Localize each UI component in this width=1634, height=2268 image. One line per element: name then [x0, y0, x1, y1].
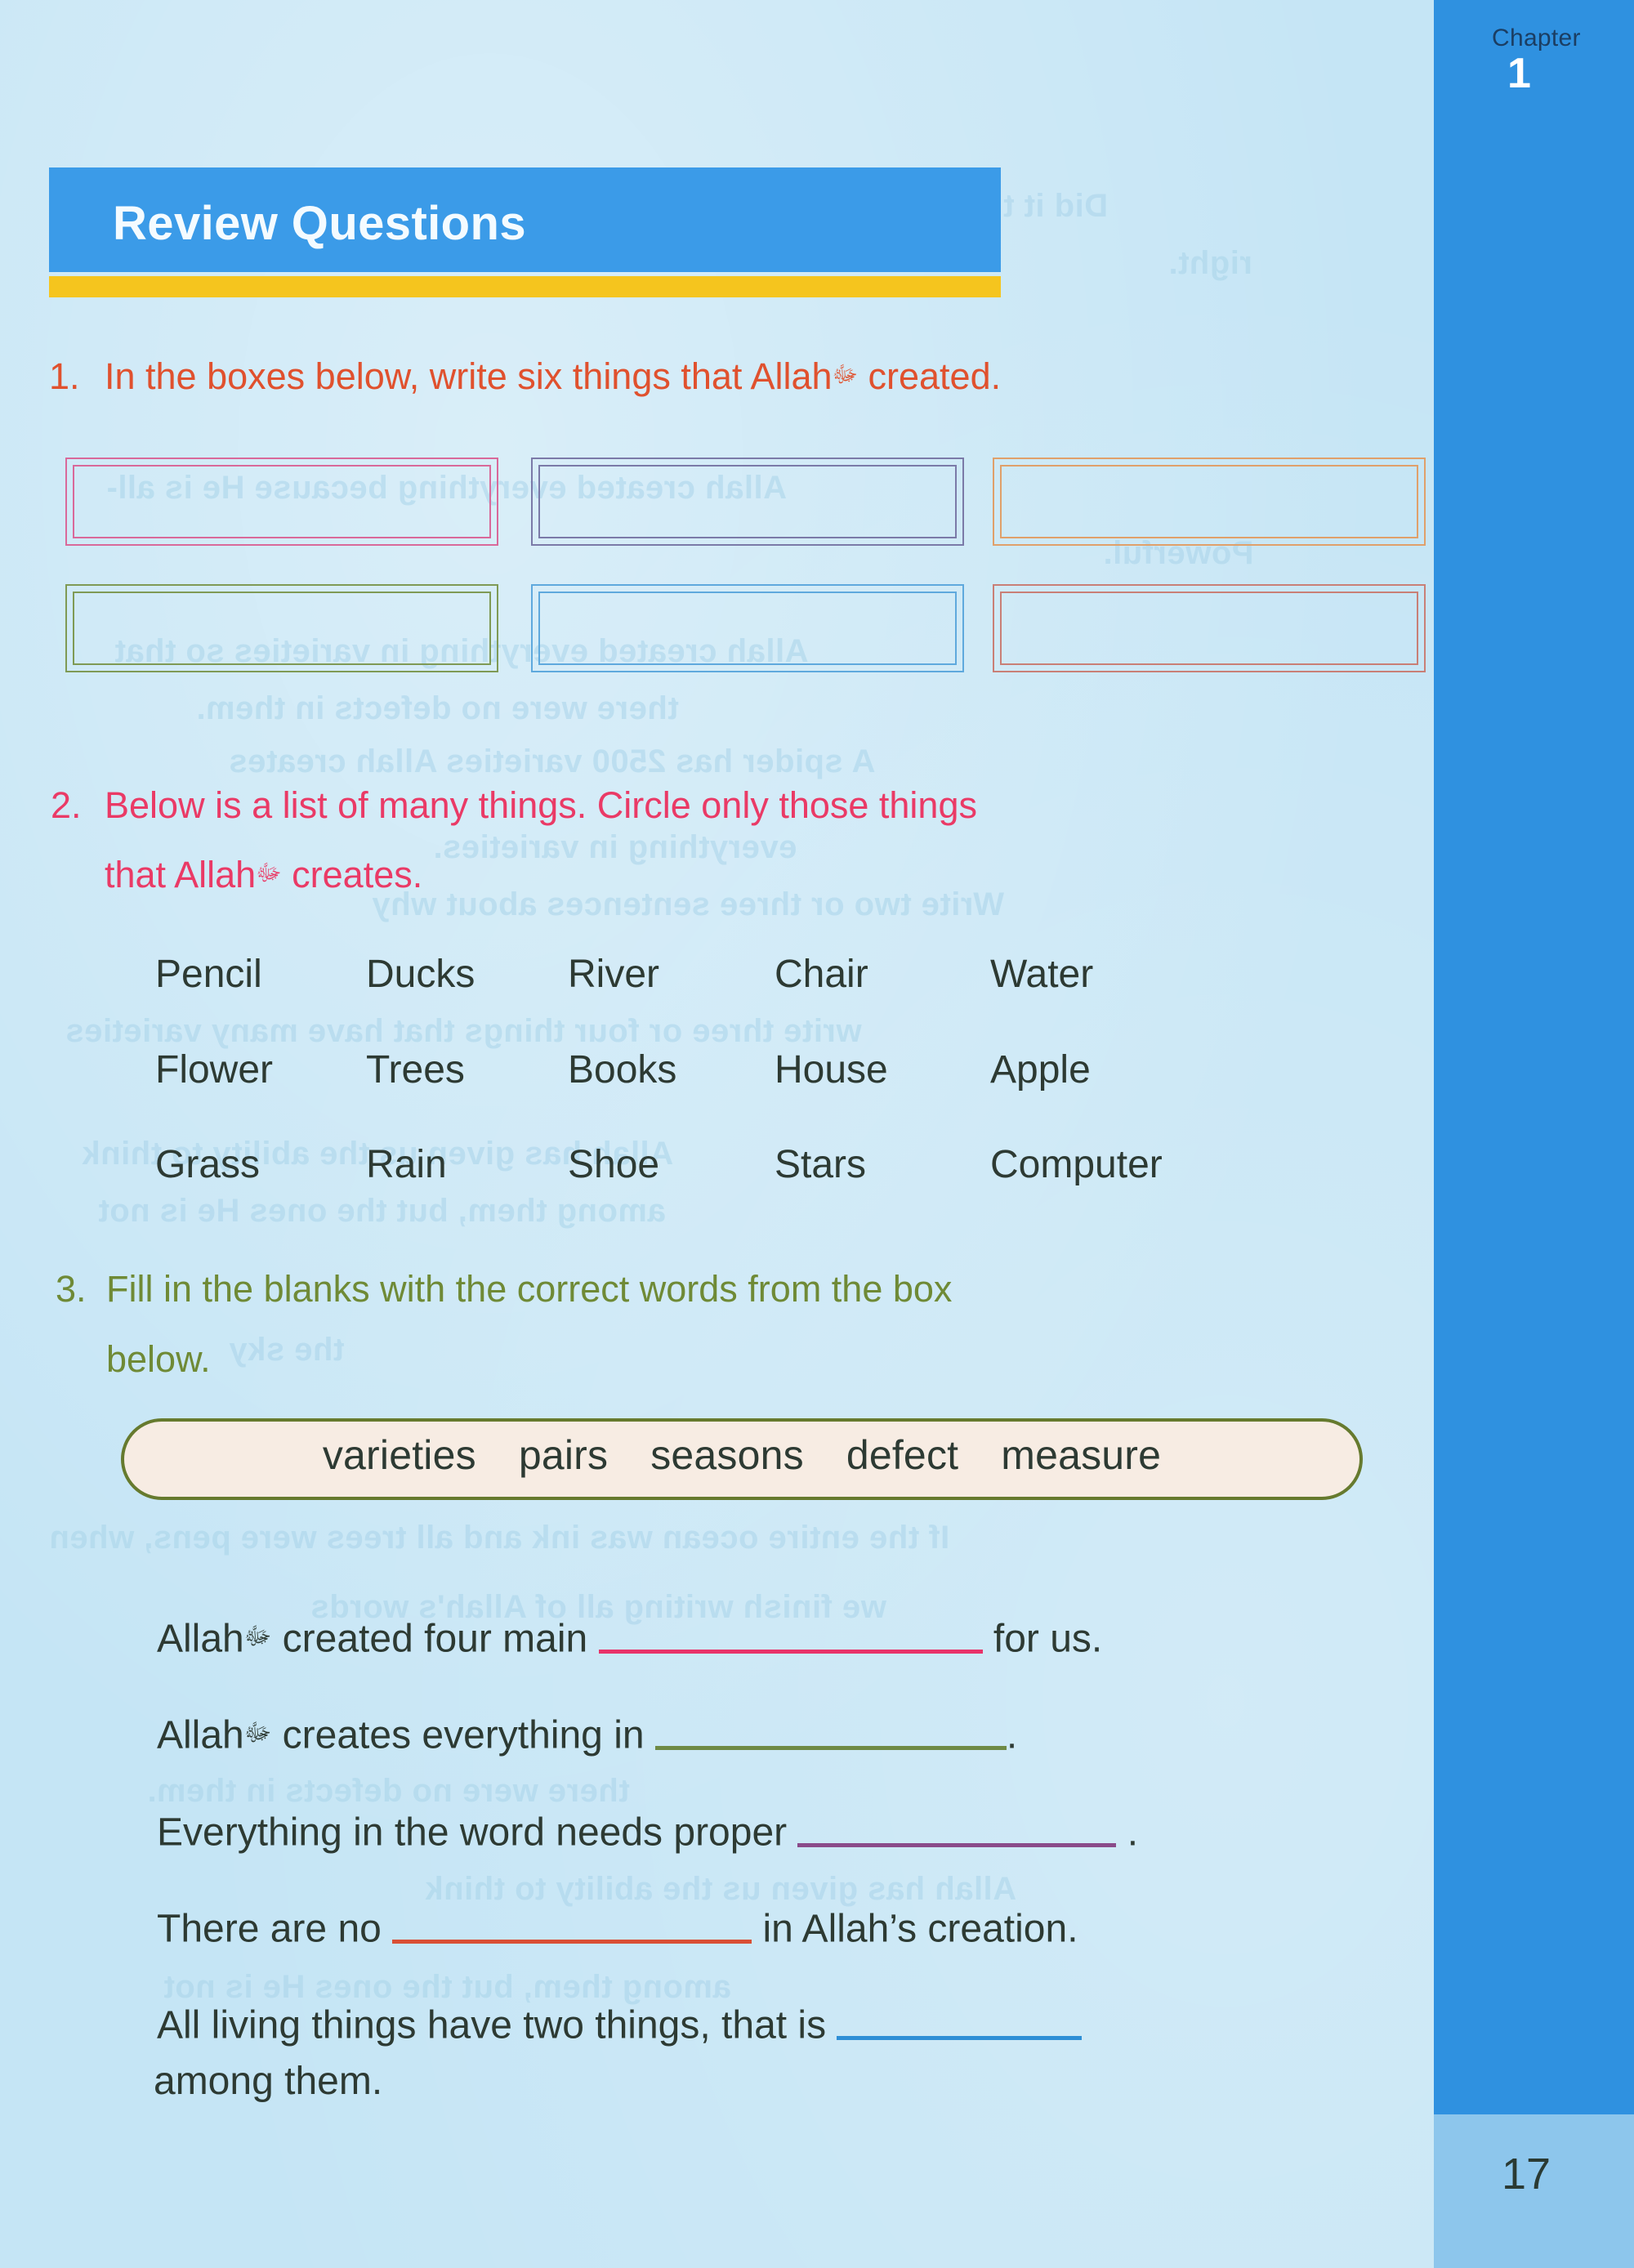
sentence-1-part3: for us.: [982, 1617, 1103, 1661]
allah-honorific-icon: ﷻ: [256, 859, 282, 886]
sentence-1-part1: Allah: [157, 1617, 244, 1661]
word-item[interactable]: Ducks: [366, 952, 475, 997]
word-item[interactable]: Rain: [366, 1142, 447, 1187]
sentence-2-part3: .: [1006, 1713, 1018, 1757]
word-bank-item[interactable]: pairs: [519, 1432, 608, 1478]
word-bank-item[interactable]: varieties: [323, 1432, 476, 1478]
answer-box-3[interactable]: [993, 458, 1426, 546]
word-bank-item[interactable]: defect: [846, 1432, 958, 1478]
word-item[interactable]: Chair: [775, 952, 868, 997]
question-3-text-line2: below.: [106, 1338, 211, 1380]
word-item[interactable]: Trees: [366, 1047, 465, 1092]
question-1-text-part1: In the boxes below, write six things tha…: [105, 355, 833, 397]
word-item[interactable]: Pencil: [155, 952, 262, 997]
question-1-number: 1.: [49, 355, 80, 397]
sentence-3-part1: Everything in the word needs proper: [157, 1810, 798, 1855]
answer-box-2[interactable]: [531, 458, 964, 546]
answer-box-5[interactable]: [531, 584, 964, 672]
sentence-1-part2: created four main: [271, 1617, 599, 1661]
word-bank-words: varieties pairs seasons defect measure: [121, 1431, 1363, 1479]
blank-input-2[interactable]: [654, 1710, 1007, 1751]
word-bank-item[interactable]: seasons: [650, 1432, 804, 1478]
word-item[interactable]: Apple: [990, 1047, 1091, 1092]
question-2-text-line1: Below is a list of many things. Circle o…: [105, 784, 977, 826]
question-3-number: 3.: [56, 1268, 87, 1310]
fill-blank-sentence-1: Allahﷻ created four main for us.: [157, 1614, 1102, 1661]
fill-blank-sentence-5-continuation: among them.: [154, 2060, 383, 2103]
blank-input-3[interactable]: [797, 1807, 1117, 1848]
sentence-4-part2: in Allah’s creation.: [752, 1907, 1078, 1951]
page-number: 17: [1502, 2150, 1551, 2199]
question-2-text-part1: that Allah: [105, 854, 257, 895]
allah-honorific-icon: ﷻ: [243, 1622, 272, 1651]
question-2-number: 2.: [51, 784, 82, 826]
chapter-sidebar: [1434, 0, 1634, 2114]
sentence-2-part2: creates everything in: [271, 1713, 655, 1757]
answer-box-1[interactable]: [65, 458, 498, 546]
word-item[interactable]: Books: [568, 1047, 676, 1092]
blank-input-5[interactable]: [837, 2000, 1083, 2041]
fill-blank-sentence-2: Allahﷻ creates everything in .: [157, 1710, 1017, 1757]
sentence-3-part2: .: [1116, 1810, 1139, 1855]
chapter-number: 1: [1507, 50, 1531, 97]
word-item[interactable]: House: [775, 1047, 888, 1092]
answer-box-4[interactable]: [65, 584, 498, 672]
chapter-label: Chapter: [1492, 25, 1581, 51]
word-item[interactable]: Flower: [155, 1047, 273, 1092]
sentence-2-part1: Allah: [157, 1713, 244, 1757]
word-item[interactable]: Stars: [775, 1142, 866, 1187]
word-item[interactable]: Water: [990, 952, 1093, 997]
question-1-text: In the boxes below, write six things tha…: [105, 355, 1001, 398]
banner-underline: [49, 276, 1001, 297]
question-1-text-part2: created.: [858, 355, 1002, 397]
sentence-5-part1: All living things have two things, that …: [157, 2003, 837, 2047]
answer-box-6[interactable]: [993, 584, 1426, 672]
question-3-text-line1: Fill in the blanks with the correct word…: [106, 1268, 953, 1310]
word-item[interactable]: River: [568, 952, 659, 997]
word-item[interactable]: Shoe: [568, 1142, 659, 1187]
word-bank-item[interactable]: measure: [1001, 1432, 1161, 1478]
fill-blank-sentence-4: There are no in Allah’s creation.: [157, 1904, 1078, 1951]
fill-blank-sentence-3: Everything in the word needs proper .: [157, 1807, 1138, 1855]
blank-input-1[interactable]: [598, 1614, 983, 1654]
word-item[interactable]: Computer: [990, 1142, 1163, 1187]
question-2-text-part2: creates.: [281, 854, 423, 895]
question-2-text-line2: that Allahﷻ creates.: [105, 854, 422, 896]
allah-honorific-icon: ﷻ: [832, 360, 859, 388]
page-title: Review Questions: [113, 197, 526, 250]
sentence-4-part1: There are no: [157, 1907, 393, 1951]
word-item[interactable]: Grass: [155, 1142, 260, 1187]
allah-honorific-icon: ﷻ: [243, 1718, 272, 1748]
fill-blank-sentence-5: All living things have two things, that …: [157, 2000, 1083, 2047]
blank-input-4[interactable]: [392, 1904, 752, 1944]
